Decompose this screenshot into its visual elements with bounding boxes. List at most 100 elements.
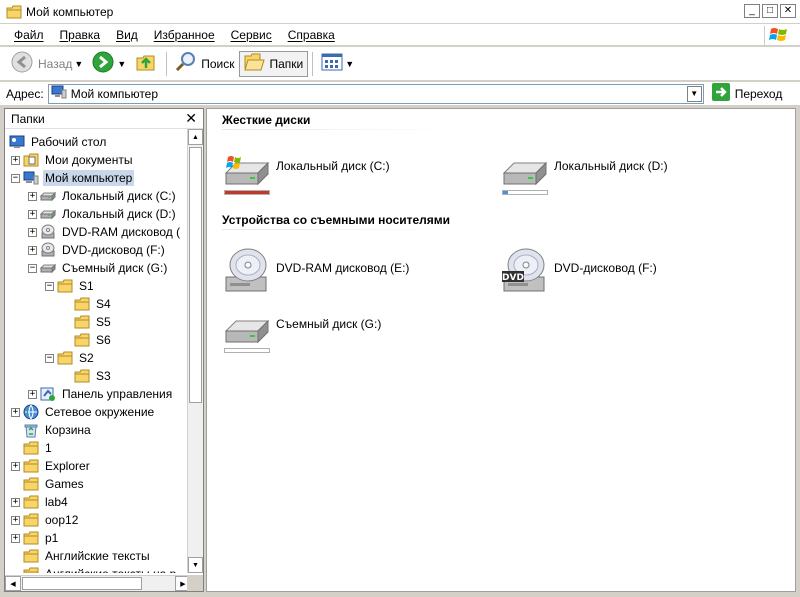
tree-item[interactable]: Английские тексты на р: [11, 565, 178, 573]
tree-item[interactable]: + p1: [11, 529, 60, 547]
tree-item[interactable]: + DVD-RAM дисковод (: [28, 223, 182, 241]
removable-disk-icon: [222, 311, 272, 355]
expand-icon[interactable]: +: [28, 191, 37, 201]
back-dropdown-icon[interactable]: ▼: [74, 59, 83, 69]
group-title-removable: Устройства со съемными носителями: [222, 213, 451, 227]
tree-item[interactable]: − Мой компьютер: [11, 169, 135, 187]
expand-icon[interactable]: +: [28, 209, 37, 219]
maximize-button[interactable]: □: [762, 4, 778, 18]
tree-item[interactable]: + lab4: [11, 493, 70, 511]
tree-item[interactable]: + Локальный диск (D:): [28, 205, 178, 223]
forward-button[interactable]: ▼: [87, 50, 130, 78]
expand-icon[interactable]: +: [28, 245, 37, 255]
expand-icon[interactable]: +: [11, 155, 20, 165]
vertical-scrollbar[interactable]: ▲ ▼: [187, 129, 203, 573]
desktop-icon: [9, 134, 25, 150]
go-button[interactable]: Переход: [711, 83, 783, 104]
documents-folder-icon: [23, 152, 39, 168]
folders-button[interactable]: Папки: [238, 50, 309, 77]
tree-item[interactable]: + oop12: [11, 511, 80, 529]
views-dropdown-icon[interactable]: ▼: [345, 59, 354, 69]
folder-icon: [74, 333, 90, 347]
menu-favorites[interactable]: Избранное: [146, 26, 223, 44]
tree-item-label: Съемный диск (G:): [62, 261, 168, 275]
drive-item-e[interactable]: DVD-RAM дисковод (E:): [222, 247, 409, 292]
expand-icon[interactable]: +: [11, 515, 20, 525]
folder-icon: [23, 549, 39, 563]
svg-text:DVD: DVD: [502, 273, 524, 283]
scroll-left-icon[interactable]: ◀: [5, 576, 21, 591]
collapse-icon[interactable]: −: [28, 263, 37, 273]
collapse-icon[interactable]: −: [45, 281, 54, 291]
tree-item[interactable]: + Сетевое окружение: [11, 403, 156, 421]
drive-item-c[interactable]: Локальный диск (C:): [222, 153, 390, 197]
menu-help[interactable]: Справка: [280, 26, 343, 44]
menu-view[interactable]: Вид: [108, 26, 146, 44]
expand-icon[interactable]: +: [28, 227, 37, 237]
menu-bar: Файл Правка Вид Избранное Сервис Справка: [0, 24, 800, 46]
folder-icon: [74, 297, 90, 311]
address-input[interactable]: Мой компьютер ▼: [47, 83, 704, 104]
tree-item[interactable]: − S2: [45, 349, 96, 367]
search-button[interactable]: Поиск: [171, 50, 238, 78]
drive-item-d[interactable]: Локальный диск (D:): [500, 153, 668, 197]
folder-icon: [23, 441, 39, 455]
menu-edit[interactable]: Правка: [52, 26, 109, 44]
collapse-icon[interactable]: −: [45, 353, 54, 363]
tree-item[interactable]: Рабочий стол: [9, 133, 108, 151]
tree-item-label: Сетевое окружение: [45, 405, 155, 419]
scroll-thumb[interactable]: [189, 147, 202, 403]
tree-item[interactable]: 1: [11, 439, 54, 457]
folders-label: Папки: [269, 56, 304, 71]
tree-item[interactable]: S3: [62, 367, 113, 385]
capacity-bar: [224, 348, 270, 353]
scroll-thumb-horizontal[interactable]: [22, 577, 142, 590]
tree-item[interactable]: S4: [62, 295, 113, 313]
menu-file[interactable]: Файл: [6, 26, 52, 44]
folder-icon: [23, 531, 39, 545]
drive-name: Съемный диск (G:): [276, 317, 382, 331]
folders-icon: [243, 52, 266, 75]
tree-item-label: S3: [96, 369, 111, 383]
toolbar-separator: [312, 51, 314, 76]
drive-name: Локальный диск (D:): [554, 159, 668, 173]
tree-item[interactable]: − Съемный диск (G:): [28, 259, 169, 277]
capacity-bar: [502, 190, 548, 195]
tree-item-label: Локальный диск (D:): [62, 207, 176, 221]
go-label: Переход: [734, 86, 783, 101]
menu-tools[interactable]: Сервис: [223, 26, 280, 44]
expand-icon[interactable]: +: [11, 533, 20, 543]
expand-icon[interactable]: +: [11, 407, 20, 417]
scroll-down-icon[interactable]: ▼: [188, 557, 203, 573]
up-folder-button[interactable]: [130, 50, 162, 78]
tree-item[interactable]: + DVD-дисковод (F:): [28, 241, 167, 259]
tree-item[interactable]: Корзина: [11, 421, 93, 439]
expand-icon[interactable]: +: [28, 389, 37, 399]
tree-item[interactable]: S6: [62, 331, 113, 349]
scroll-up-icon[interactable]: ▲: [188, 129, 203, 145]
tree-item[interactable]: Games: [11, 475, 86, 493]
tree-item[interactable]: Английские тексты: [11, 547, 152, 565]
close-window-button[interactable]: ✕: [780, 4, 796, 18]
tree-item[interactable]: + Панель управления: [28, 385, 174, 403]
address-dropdown-icon[interactable]: ▼: [686, 85, 702, 102]
tree-item[interactable]: + Мои документы: [11, 151, 134, 169]
tree-item[interactable]: + Explorer: [11, 457, 92, 475]
tree-item-label: Английские тексты: [45, 549, 150, 563]
tree-item[interactable]: + Локальный диск (C:): [28, 187, 178, 205]
folders-pane-title: Папки: [11, 111, 45, 126]
expand-icon[interactable]: +: [11, 497, 20, 507]
minimize-button[interactable]: _: [744, 4, 760, 18]
expand-icon[interactable]: +: [11, 461, 20, 471]
forward-dropdown-icon[interactable]: ▼: [117, 59, 126, 69]
close-pane-icon[interactable]: ✕: [185, 110, 197, 127]
tree-item-label: 1: [45, 441, 52, 455]
drive-item-f[interactable]: DVD DVD-дисковод (F:): [500, 247, 657, 292]
drive-item-g[interactable]: Съемный диск (G:): [222, 311, 381, 355]
tree-item[interactable]: S5: [62, 313, 113, 331]
views-button[interactable]: ▼: [317, 50, 358, 78]
back-button[interactable]: Назад ▼: [6, 50, 87, 78]
collapse-icon[interactable]: −: [11, 173, 20, 183]
tree-item[interactable]: − S1: [45, 277, 96, 295]
horizontal-scrollbar[interactable]: ◀ ▶: [5, 575, 191, 591]
